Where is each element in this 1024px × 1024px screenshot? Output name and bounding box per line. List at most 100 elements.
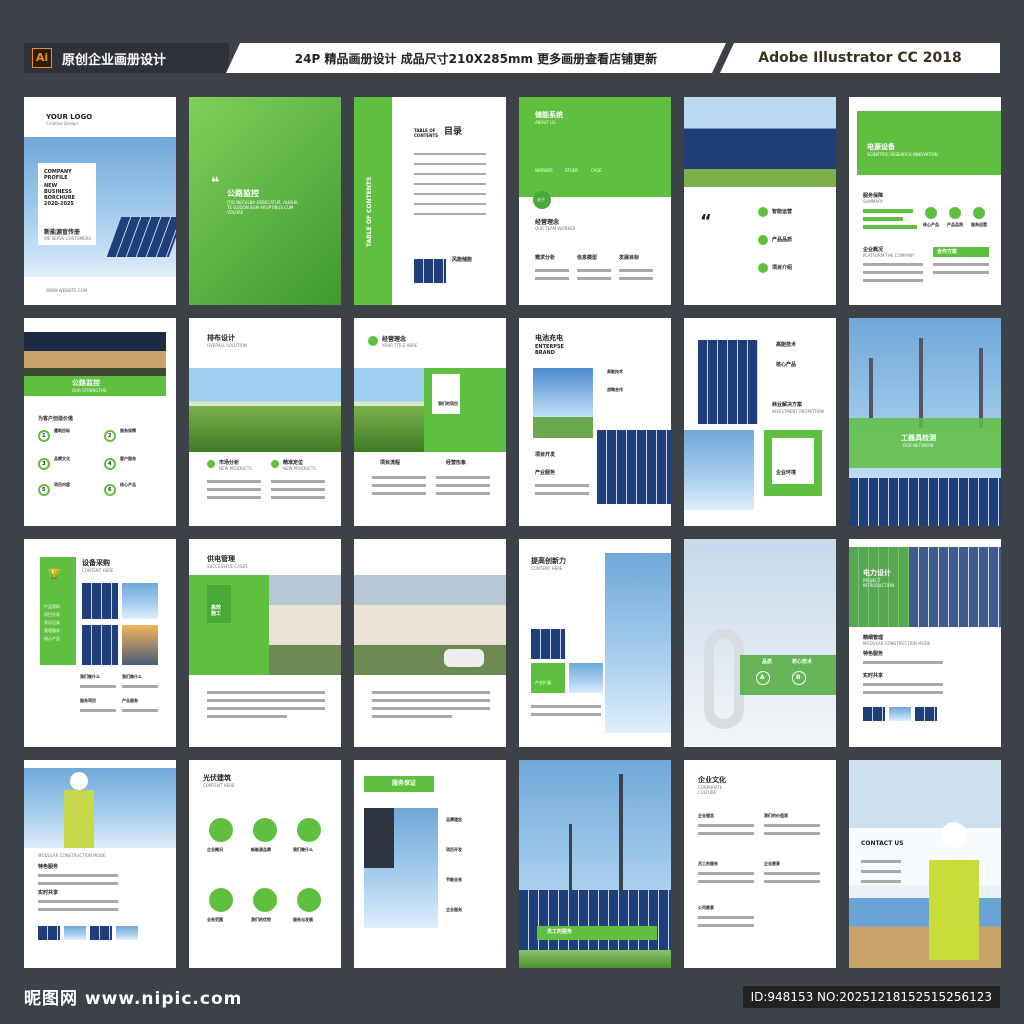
p5-item-2: 产品品质 (772, 237, 793, 243)
toc-en: TABLE OF CONTENTS (414, 128, 439, 138)
page-20: 光伏建筑 CONTENT HERE 企业概况 新能源品牌 我们做什么 业务范围 … (189, 760, 341, 968)
p21-item-4: 企业服务 (446, 907, 462, 912)
page-6: 电源设备 SCIENTIFIC RESEARCH INNOVATION 服务保障… (849, 97, 1001, 305)
p13-photo-2 (122, 583, 158, 619)
p5-solar-photo (684, 97, 836, 187)
p23-item-3: 员工的服务 (698, 861, 718, 866)
p6-c1: 核心产品 (923, 222, 939, 227)
p6-c2: 产品品质 (947, 222, 963, 227)
p5-icon-2 (758, 235, 768, 245)
p11-worker-photo (684, 430, 754, 510)
p7-num-4: 4 (108, 461, 112, 467)
logo-sub: Creative Design (46, 121, 78, 126)
p14-title-en: SUCCESSFUL CASES (207, 564, 248, 569)
page-19: MODULAR CONSTRUCTION MODE 特色服务 实时共享 (24, 760, 176, 968)
p18-c: 实时共享 (863, 673, 884, 679)
trophy-icon: 🏆 (48, 569, 61, 580)
p10-d: 产业服务 (535, 470, 556, 476)
p8-icon-a (207, 460, 215, 468)
p9-a: 项目流程 (380, 460, 401, 466)
p13-photo-4 (122, 625, 158, 665)
p16-photo-2 (531, 663, 565, 693)
p18-a-en: MODULAR CONSTRUCTION MODE (863, 641, 931, 646)
p17-b: 核心技术 (792, 659, 813, 665)
p17-a: 品质 (762, 659, 773, 665)
cover-business: NEW BUSINESS BORCHURE 2020-2025 (44, 183, 76, 207)
p7-num-6: 6 (108, 487, 112, 493)
p13-d: 产业服务 (122, 698, 138, 703)
page-2: ❝ 公路监控 ITIO NECULBA DEBECATUR. ALIBUIL T… (189, 97, 341, 305)
p18-title: 电力设计 (863, 569, 891, 577)
p6-company-en: PLATFORM THE COMPANY (863, 253, 915, 258)
page-9: 经营理念 YOUR TITLE HERE 我们的项目 项目流程 经营形象 (354, 318, 506, 526)
p13-b: 我们做什么 (122, 674, 142, 679)
p7-item-6: 核心产品 (120, 482, 136, 487)
p6-icon-1 (925, 207, 937, 219)
p9-title-en: YOUR TITLE HERE (382, 343, 418, 348)
p20-title: 光伏建筑 (203, 774, 231, 782)
p23-title-en: CORPORATE CULTURE (698, 785, 723, 795)
cover-cn-sub: WE SERVE CUSTOMERS (44, 236, 92, 241)
p20-l1: 企业概况 (207, 847, 223, 852)
p20-l4: 业务范围 (207, 917, 223, 922)
p17-green-band (740, 655, 836, 695)
page-22: 员工的服务 (519, 760, 671, 968)
page-12: 工器具检测 OUR NETWORK (849, 318, 1001, 526)
page-10: 电池充电 ENTERPSE BRAND 高能技术 战略合作 项目开发 产业服务 (519, 318, 671, 526)
p16-wind-photo (605, 553, 671, 733)
p10-c: 项目开发 (535, 452, 556, 458)
p20-l2: 新能源品牌 (251, 847, 271, 852)
p10-a: 高能技术 (607, 369, 623, 374)
p7-item-4: 客户服务 (120, 456, 136, 461)
p19-a-en: MODULAR CONSTRUCTION MODE (38, 853, 106, 858)
p7-item-5: 项目内容 (54, 482, 70, 487)
p11-box: 企业环境 (776, 470, 797, 476)
p8-title-en: OVERALL SOLUTION (207, 343, 247, 348)
p7-head: 为客户创造价值 (38, 416, 74, 422)
p6-title: 电源设备 (867, 143, 895, 151)
page-1-cover: YOUR LOGO Creative Design COMPANY PROFIL… (24, 97, 176, 305)
p6-service-en: SUMMARY (863, 199, 884, 204)
p4-title: 储能系统 (535, 111, 563, 119)
p8-icon-b (271, 460, 279, 468)
cover-website: WWW.WEBSITE.COM (46, 288, 88, 293)
p6-icon-2 (949, 207, 961, 219)
p20-icon-3 (297, 818, 321, 842)
header-left: Ai 原创企业画册设计 (24, 43, 229, 73)
p22-solar (519, 890, 671, 950)
p7-num-3: 3 (42, 461, 46, 467)
p4-worker-en: OUR TEAM WORKER (535, 226, 576, 231)
p13-list-2: 项目开发 (44, 612, 60, 617)
p23-title: 企业文化 (698, 776, 726, 784)
p5-item-3: 项目介绍 (772, 265, 793, 271)
p9-landscape (354, 368, 424, 452)
header-right-title: Adobe Illustrator CC 2018 (758, 50, 962, 66)
page-24: CONTACT US (849, 760, 1001, 968)
p16-title-en: CONTENT HERE (531, 566, 563, 571)
p5-icon-3 (758, 263, 768, 273)
p6-title-en: SCIENTIFIC RESEARCH INNOVATION (867, 152, 938, 157)
p8-title: 排布设计 (207, 334, 235, 342)
page-8: 排布设计 OVERALL SOLUTION 市场分析 NEW PRODUCTS … (189, 318, 341, 526)
p18-title-en: PROJECT INTRODUCTION (863, 578, 895, 588)
header-left-title: 原创企业画册设计 (62, 52, 167, 68)
page-16: 提高创新力 CONTENT HERE 产业扩展 (519, 539, 671, 747)
p11-b: 核心产品 (776, 362, 797, 368)
p23-item-1: 企业理念 (698, 813, 714, 818)
p13-list-1: 产品资料 (44, 604, 60, 609)
p4-col-1: 需求分析 (535, 255, 556, 261)
p10-solar-photo (597, 430, 671, 504)
p19-worker-photo (24, 768, 176, 848)
p16-title: 提高创新力 (531, 557, 566, 565)
p14-box: 高效 施工 (211, 605, 222, 617)
toc-photo (414, 259, 446, 283)
p15-car (444, 649, 484, 667)
p4-sub: ABOUT US (535, 120, 556, 125)
toc-side-text: TABLE OF CONTENTS (366, 176, 373, 247)
p17-charger (704, 629, 744, 729)
page-17: 品质 核心技术 A B (684, 539, 836, 747)
p13-c: 服务项目 (80, 698, 96, 703)
page-11: 高能技术 核心产品 商业解决方案 INVESTMENT PROMOTION 企业… (684, 318, 836, 526)
p4-col-2: 信息模型 (577, 255, 598, 261)
p8-a-en: NEW PRODUCTS (219, 466, 252, 471)
